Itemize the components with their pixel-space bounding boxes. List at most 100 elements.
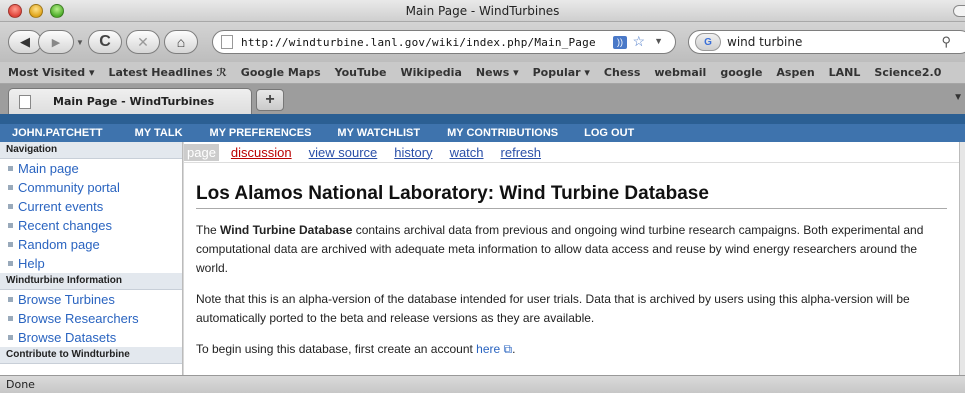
user-link-username[interactable]: JOHN.PATCHETT [12,127,103,139]
bookmark-news[interactable]: News ▾ [476,66,519,79]
forward-arrow-icon: ▶ [51,36,61,49]
bookmark-aspen[interactable]: Aspen [776,66,814,79]
bullet-icon [8,185,13,190]
url-dropdown-icon[interactable]: ▼ [654,36,663,46]
bullet-icon [8,297,13,302]
stop-button[interactable]: ✕ [126,30,160,54]
rss-feed-icon[interactable]: )) [613,36,627,49]
bookmark-youtube[interactable]: YouTube [335,66,387,79]
wiki-header-band [0,114,965,124]
sidebar-item-random-page[interactable]: Random page [0,235,182,254]
navigation-toolbar: ◀ ▶ ▼ C ✕ ⌂ http://windturbine.lanl.gov/… [0,22,965,62]
sidebar-item-help[interactable]: Help [0,254,182,273]
back-button[interactable]: ◀ [8,30,42,54]
toolbar-toggle-button[interactable] [953,5,965,17]
sidebar-item-label[interactable]: Community portal [18,180,120,195]
tab-page[interactable]: page [184,143,219,161]
user-link-my-contributions[interactable]: MY CONTRIBUTIONS [447,127,558,139]
user-link-my-watchlist[interactable]: MY WATCHLIST [337,127,420,139]
tab-strip: Main Page - WindTurbines + ▼ [0,84,965,114]
url-text[interactable]: http://windturbine.lanl.gov/wiki/index.p… [241,36,596,49]
sidebar-item-main-page[interactable]: Main page [0,159,182,178]
intro-text-start: The [196,223,221,237]
sidebar-item-community-portal[interactable]: Community portal [0,178,182,197]
contribute-header: Contribute to Windturbine [0,347,182,364]
bullet-icon [8,223,13,228]
sidebar-item-browse-datasets[interactable]: Browse Datasets [0,328,182,347]
content-actions: page discussion view source history watc… [184,142,965,162]
alpha-notice-paragraph: Note that this is an alpha-version of th… [196,292,910,325]
external-link-icon: ⧉ [500,342,513,356]
bookmark-wikipedia[interactable]: Wikipedia [400,66,461,79]
home-button[interactable]: ⌂ [164,30,198,54]
sidebar-item-browse-turbines[interactable]: Browse Turbines [0,290,182,309]
windturbine-information-header: Windturbine Information [0,273,182,290]
page-icon [19,94,31,109]
sidebar-item-label[interactable]: Browse Datasets [18,330,116,345]
intro-paragraph: The Wind Turbine Database contains archi… [196,221,951,278]
search-input[interactable]: wind turbine [727,35,802,49]
close-icon: ✕ [137,33,149,50]
search-icon[interactable]: ⚲ [941,34,951,50]
sidebar-item-label[interactable]: Random page [18,237,100,252]
sidebar-item-label[interactable]: Browse Researchers [18,311,139,326]
user-link-my-preferences[interactable]: MY PREFERENCES [210,127,312,139]
tab-list-icon[interactable]: ▼ [953,92,963,103]
bookmark-science2[interactable]: Science2.0 [874,66,941,79]
bullet-icon [8,204,13,209]
vertical-scrollbar[interactable] [959,142,965,375]
tab-history[interactable]: history [394,145,432,160]
browser-tab[interactable]: Main Page - WindTurbines [8,88,252,114]
getting-started-end: . [512,342,516,356]
tab-refresh[interactable]: refresh [501,145,541,160]
bullet-icon [8,316,13,321]
tab-discussion[interactable]: discussion [231,145,292,160]
create-account-link[interactable]: here [476,342,500,356]
window-title: Main Page - WindTurbines [405,4,560,18]
sidebar-item-browse-researchers[interactable]: Browse Researchers [0,309,182,328]
window-titlebar: Main Page - WindTurbines [0,0,965,22]
bookmark-popular[interactable]: Popular ▾ [533,66,590,79]
bullet-icon [8,261,13,266]
bookmark-webmail[interactable]: webmail [654,66,706,79]
tab-title: Main Page - WindTurbines [53,95,215,108]
sidebar-item-current-events[interactable]: Current events [0,197,182,216]
sidebar-item-label[interactable]: Help [18,256,45,271]
bullet-icon [8,242,13,247]
bullet-icon [8,335,13,340]
user-link-my-talk[interactable]: MY TALK [135,127,183,139]
bookmark-lanl[interactable]: LANL [829,66,861,79]
url-bar[interactable]: http://windturbine.lanl.gov/wiki/index.p… [212,30,676,54]
search-bar[interactable]: G wind turbine ⚲ [688,30,965,54]
bullet-icon [8,166,13,171]
history-dropdown-button[interactable]: ▼ [74,30,86,54]
home-icon: ⌂ [176,34,186,50]
sidebar-item-label[interactable]: Main page [18,161,79,176]
bookmark-google[interactable]: google [720,66,762,79]
sidebar-item-label[interactable]: Current events [18,199,103,214]
chevron-down-icon: ▼ [76,37,84,47]
new-tab-button[interactable]: + [256,89,284,111]
user-link-log-out[interactable]: LOG OUT [584,127,634,139]
reload-button[interactable]: C [88,30,122,54]
search-engine-icon[interactable]: G [695,33,721,51]
sidebar-item-label[interactable]: Browse Turbines [18,292,115,307]
getting-started-text: To begin using this database, first crea… [196,342,477,356]
bookmark-latest-headlines[interactable]: Latest Headlines ℛ [109,66,227,79]
bookmark-google-maps[interactable]: Google Maps [241,66,321,79]
bookmark-most-visited[interactable]: Most Visited ▾ [8,66,95,79]
forward-button[interactable]: ▶ [38,30,74,54]
back-arrow-icon: ◀ [20,34,30,49]
sidebar: Navigation Main page Community portal Cu… [0,142,183,375]
status-bar: Done [0,375,965,393]
tab-view-source[interactable]: view source [309,145,378,160]
plus-icon: + [265,91,275,108]
bookmark-star-icon[interactable]: ☆ [632,33,645,50]
page-icon [221,35,233,49]
bookmark-chess[interactable]: Chess [604,66,640,79]
sidebar-item-recent-changes[interactable]: Recent changes [0,216,182,235]
user-toolbar: JOHN.PATCHETT MY TALK MY PREFERENCES MY … [0,124,965,142]
status-text: Done [6,378,35,391]
sidebar-item-label[interactable]: Recent changes [18,218,112,233]
tab-watch[interactable]: watch [450,145,484,160]
